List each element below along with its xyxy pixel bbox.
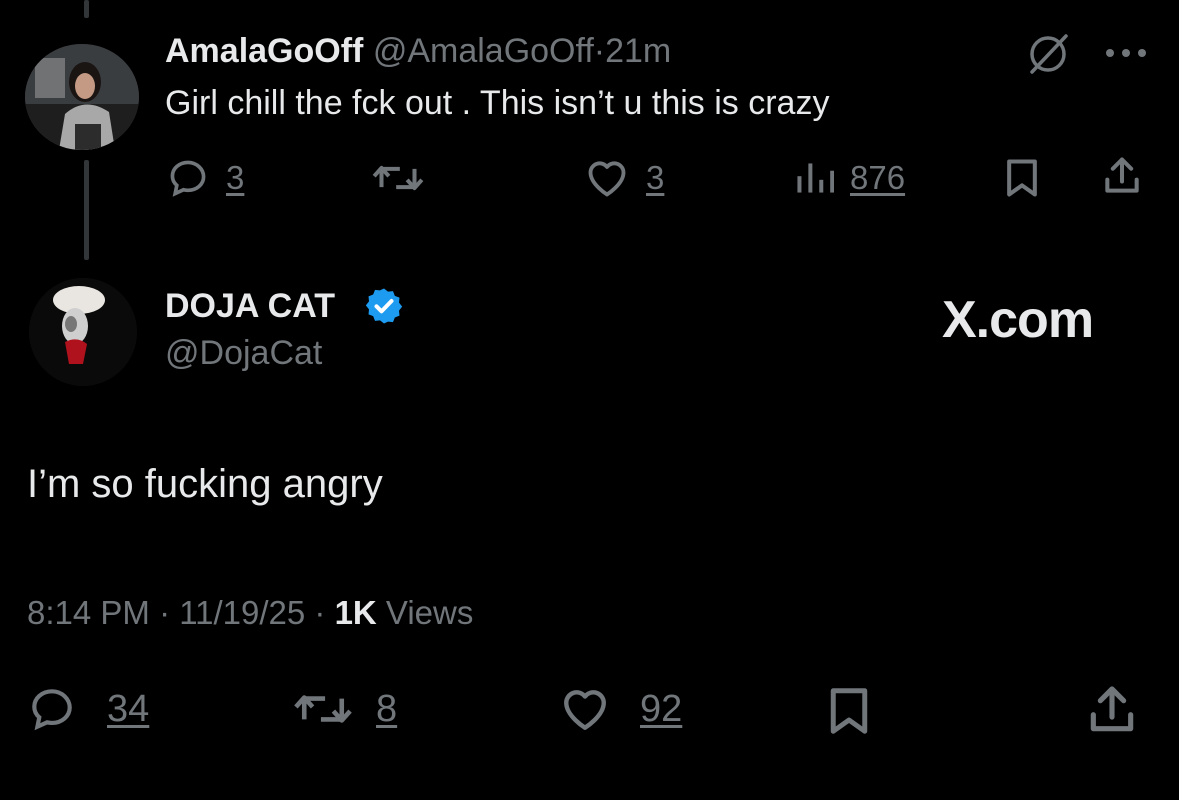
tweet-display-name[interactable]: DOJA CAT xyxy=(165,287,335,326)
more-options-icon[interactable] xyxy=(1104,46,1148,60)
tweet-reply-count: 34 xyxy=(107,687,150,730)
reply-repost-button[interactable] xyxy=(370,156,426,200)
share-icon xyxy=(1105,157,1139,193)
heart-icon xyxy=(564,690,606,730)
reply-header: AmalaGoOff @AmalaGoOff·21m xyxy=(165,32,671,71)
thread-line-top xyxy=(84,0,89,18)
tweet-like-count: 92 xyxy=(640,687,683,730)
reply-text: Girl chill the fck out . This isn’t u th… xyxy=(165,84,830,122)
share-icon xyxy=(1090,686,1134,732)
tweet-handle[interactable]: @DojaCat xyxy=(165,334,322,373)
reply-avatar[interactable] xyxy=(25,44,139,150)
tweet-avatar[interactable] xyxy=(29,278,137,386)
reply-like-count: 3 xyxy=(646,159,665,196)
tweet-repost-button[interactable]: 8 xyxy=(288,684,397,734)
reply-reply-count: 3 xyxy=(226,159,245,196)
tweet-text: I’m so fucking angry xyxy=(27,462,383,506)
reply-avatar-photo xyxy=(25,44,139,150)
reply-views-button[interactable]: 876 xyxy=(794,156,905,200)
reply-bookmark-button[interactable] xyxy=(1000,156,1044,200)
reply-views-count: 876 xyxy=(850,159,906,196)
reply-handle[interactable]: @AmalaGoOff xyxy=(373,32,594,70)
views-chart-icon xyxy=(797,163,834,193)
reply-like-button[interactable]: 3 xyxy=(582,156,664,200)
repost-icon xyxy=(294,695,352,723)
tweet-reply-button[interactable]: 34 xyxy=(27,684,149,734)
tweet-views-number: 1K xyxy=(334,594,377,631)
reply-display-name[interactable]: AmalaGoOff xyxy=(165,32,363,70)
reply-share-button[interactable] xyxy=(1100,154,1144,198)
tweet-share-button[interactable] xyxy=(1084,682,1140,738)
bookmark-icon xyxy=(1007,159,1037,197)
bookmark-icon xyxy=(830,688,868,734)
reply-separator: · xyxy=(593,32,606,70)
thread-line-middle xyxy=(84,160,89,260)
verified-badge-icon[interactable] xyxy=(364,286,404,326)
grok-icon[interactable] xyxy=(1024,30,1072,78)
heart-icon xyxy=(588,161,626,197)
reply-time[interactable]: 21m xyxy=(605,32,671,70)
tweet-like-button[interactable]: 92 xyxy=(556,684,682,734)
tweet-meta: 8:14 PM · 11/19/25 · 1K Views xyxy=(27,594,473,632)
repost-icon xyxy=(372,165,424,191)
xcom-watermark: X.com xyxy=(942,291,1094,349)
tweet-avatar-photo xyxy=(29,278,137,386)
reply-reply-button[interactable]: 3 xyxy=(166,156,244,200)
tweet-repost-count: 8 xyxy=(376,687,398,730)
tweet-timestamp[interactable]: 8:14 PM · 11/19/25 · xyxy=(27,594,335,631)
reply-bubble-icon xyxy=(32,689,72,731)
reply-bubble-icon xyxy=(170,160,206,197)
tweet-bookmark-button[interactable] xyxy=(822,683,876,739)
tweet-views-label: Views xyxy=(376,594,474,631)
